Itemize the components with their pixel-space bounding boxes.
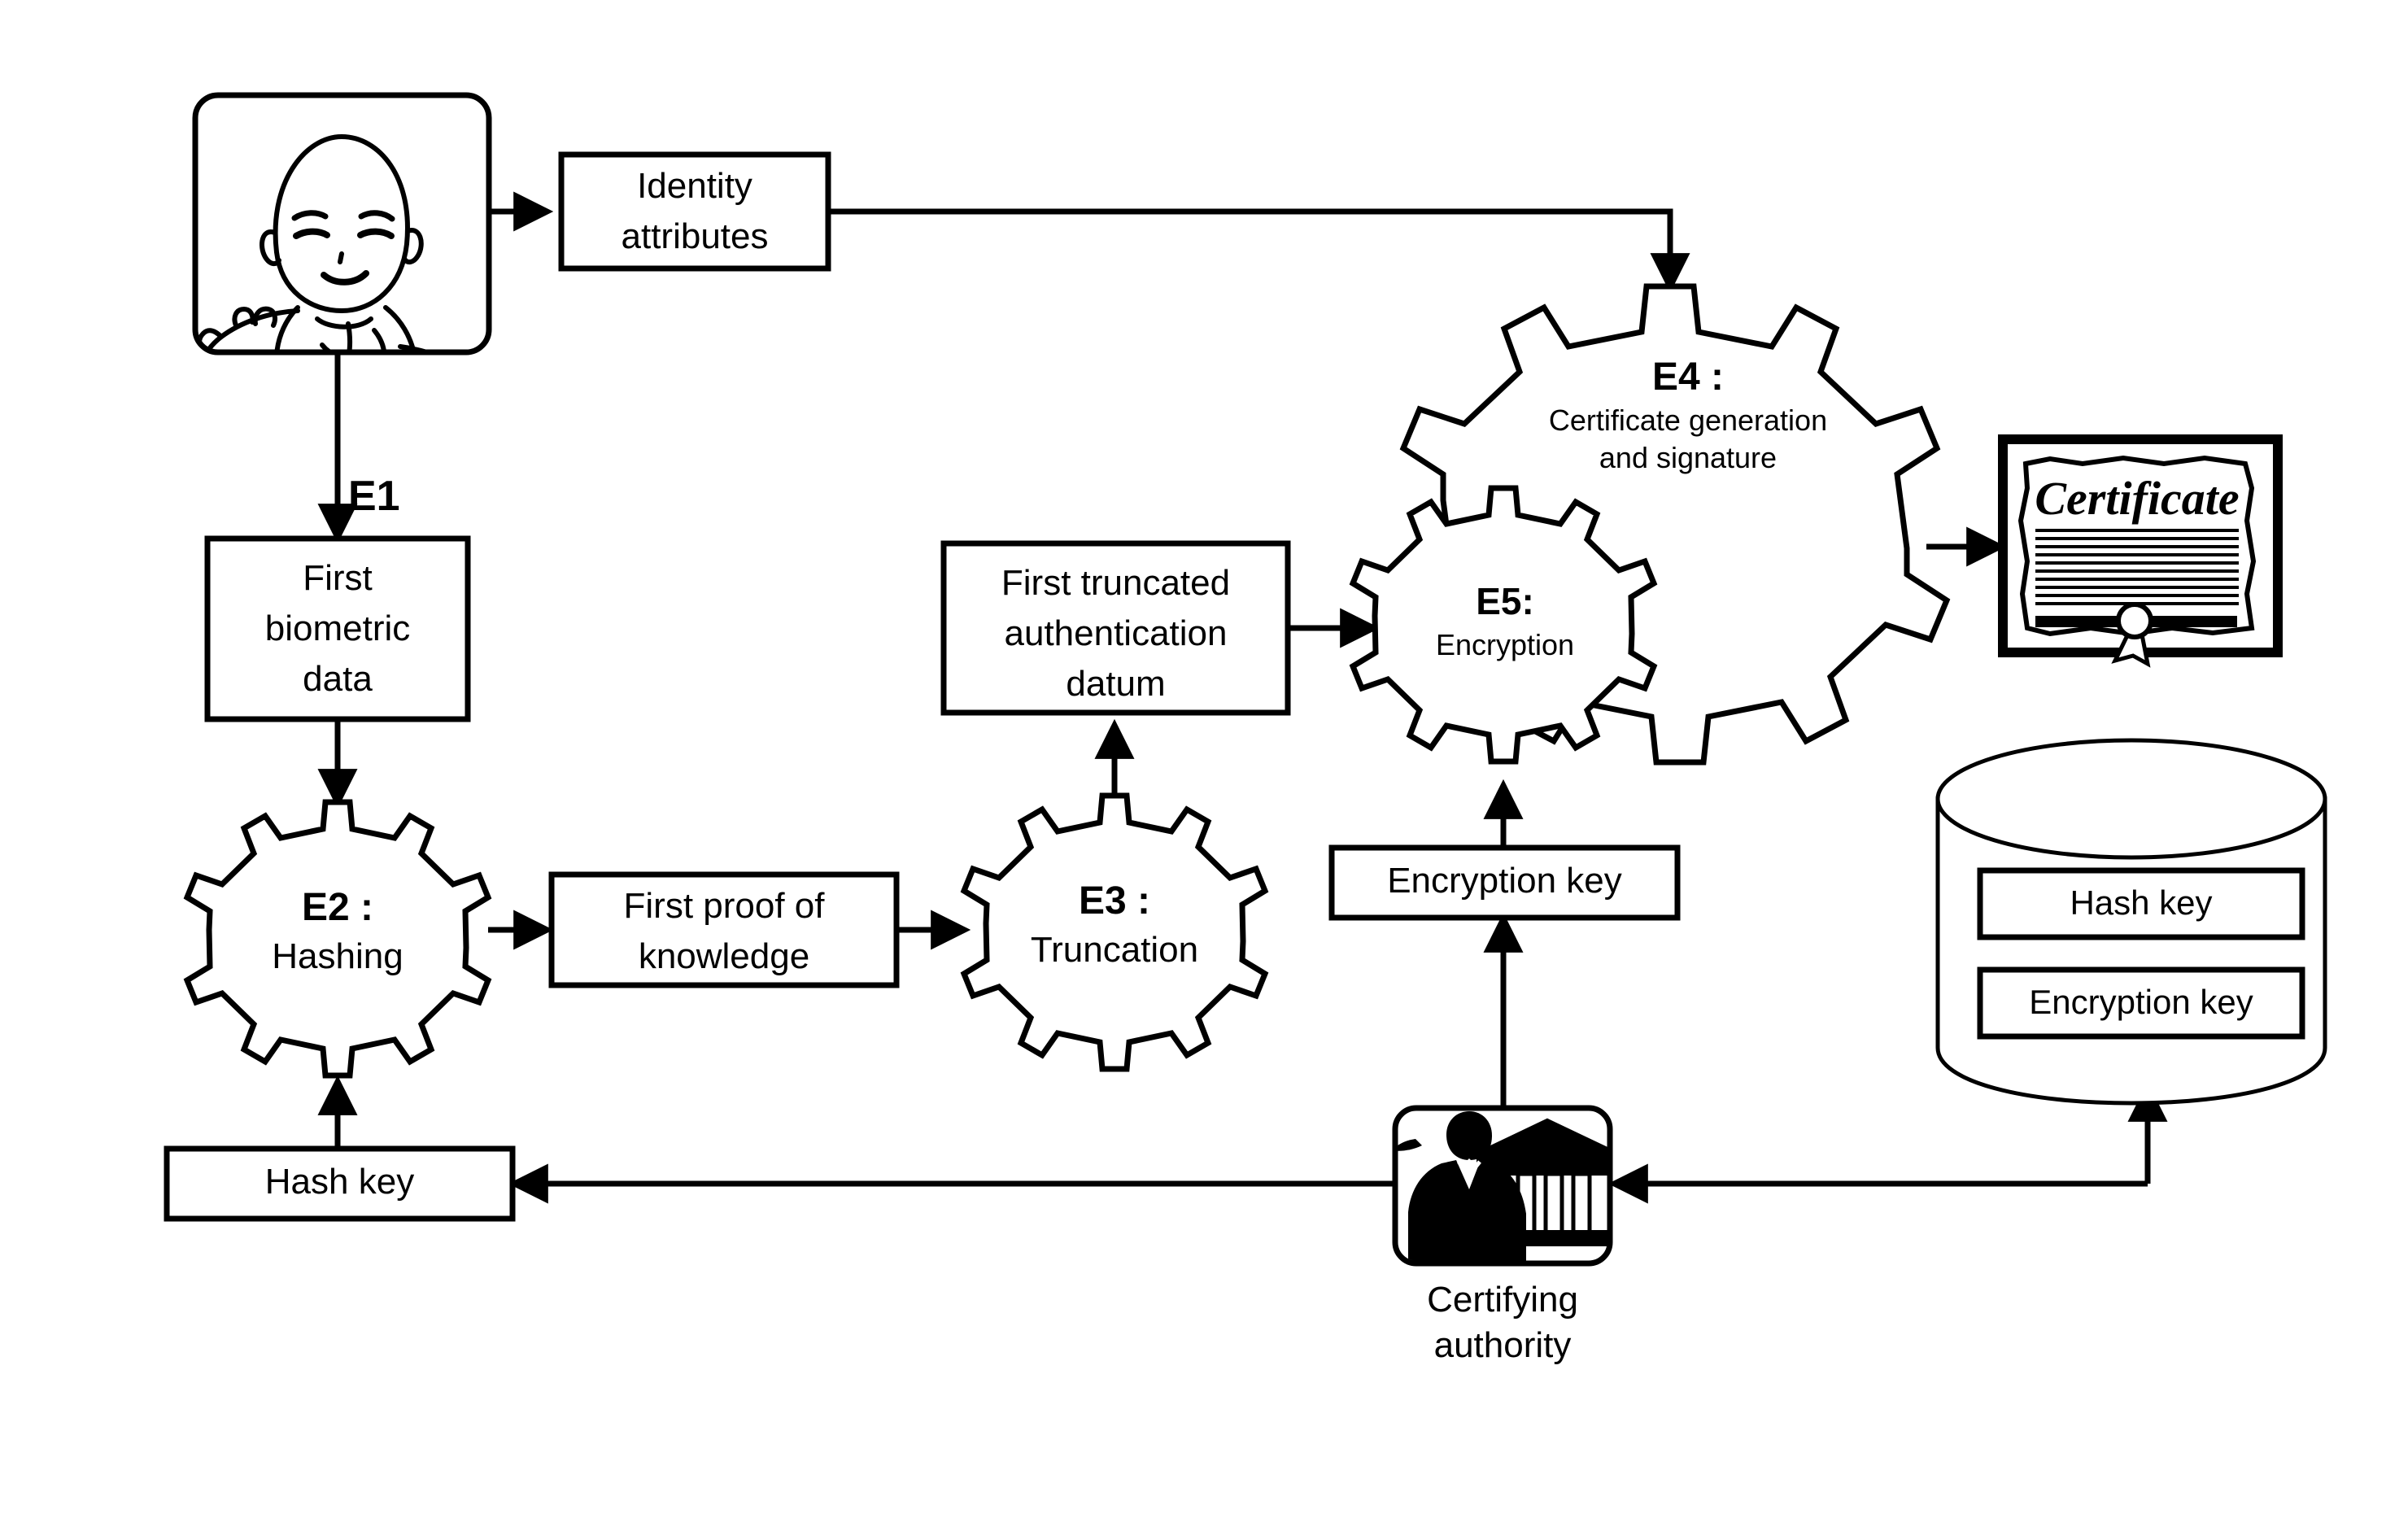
e5-gear-label: E5: Encryption bbox=[1435, 580, 1575, 661]
encryption-key-label: Encryption key bbox=[1387, 861, 1622, 901]
db-row-encryption-key-label: Encryption key bbox=[2029, 983, 2253, 1021]
certifying-authority-label: Certifying authority bbox=[1427, 1280, 1578, 1365]
first-truncated-datum-label: First truncated authentication datum bbox=[1001, 563, 1231, 704]
e3-gear-label: E3 : Truncation bbox=[1030, 879, 1199, 970]
hash-key-label: Hash key bbox=[264, 1162, 415, 1202]
identity-attributes-label: Identity attributes bbox=[621, 166, 769, 256]
edge-label-e1: E1 bbox=[348, 473, 400, 520]
db-row-hash-key-label: Hash key bbox=[2070, 883, 2213, 922]
label-layer: Identity attributes E1 First biometric d… bbox=[0, 0, 2386, 1540]
e2-gear-label: E2 : Hashing bbox=[272, 886, 403, 976]
e4-gear-label: E4 : Certificate generation and signatur… bbox=[1548, 356, 1828, 474]
first-proof-of-knowledge-label: First proof of knowledge bbox=[623, 886, 825, 976]
first-biometric-data-label: First biometric data bbox=[264, 558, 411, 699]
diagram-canvas: Certificate Identity attributes E1 First… bbox=[0, 0, 2386, 1540]
